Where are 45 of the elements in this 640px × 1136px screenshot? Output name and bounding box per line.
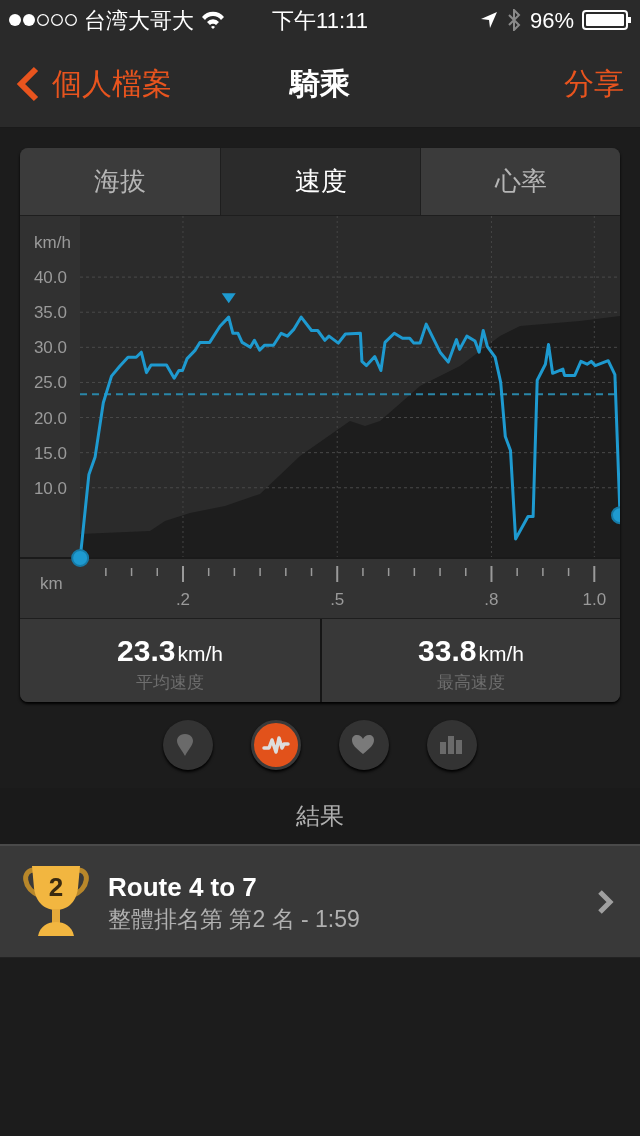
ranking-text: 整體排名第 第2 名 - 1:59 (108, 904, 361, 934)
view-toggle-button[interactable] (251, 720, 301, 770)
x-tick-label: .8 (484, 590, 499, 609)
trophy-badge: 2 (20, 863, 92, 940)
y-tick-label: 35.0 (33, 303, 67, 323)
stat-unit: km/h (478, 641, 524, 667)
screen-title: 騎乘 (290, 66, 350, 102)
chevron-icon (596, 888, 614, 915)
y-tick-label: 15.0 (33, 443, 67, 463)
bluetooth-icon (505, 9, 522, 31)
y-tick-label: 20.0 (33, 408, 67, 428)
x-tick-label: .5 (330, 590, 345, 609)
result-row[interactable]: 2 Route 4 to 7 整體排名第 第2 名 - 1:59 (0, 844, 640, 958)
y-axis-unit: km/h (34, 233, 71, 252)
stat-value: 33.8 (418, 633, 477, 669)
view-toggle-button[interactable] (163, 720, 213, 770)
y-tick-label: 30.0 (33, 338, 67, 358)
stat-unit: km/h (177, 641, 223, 667)
view-toggle-button[interactable] (427, 720, 477, 770)
x-axis-unit: km (40, 574, 63, 593)
chart-tab[interactable]: 心率 (420, 148, 620, 216)
signal-icon (8, 12, 78, 28)
chart-tab[interactable]: 速度 (220, 148, 420, 216)
back-chevron-icon (16, 65, 40, 102)
wifi-icon (200, 9, 226, 31)
location-arrow-icon (479, 11, 498, 29)
y-tick-label: 40.0 (33, 268, 67, 288)
section-header: 結果 (296, 801, 344, 831)
endpoint-marker[interactable] (71, 549, 90, 567)
chart-tab[interactable]: 海拔 (20, 148, 220, 216)
view-toggle-button[interactable] (339, 720, 389, 770)
share-button[interactable]: 分享 (564, 61, 624, 106)
battery-icon (582, 10, 632, 30)
battery-percent: 96% (529, 6, 574, 35)
endpoint-marker[interactable] (611, 506, 620, 525)
x-tick-label: 1.0 (582, 590, 607, 609)
y-tick-label: 25.0 (33, 373, 67, 393)
max-marker-icon (221, 293, 236, 304)
back-button[interactable]: 個人檔案 (0, 61, 214, 106)
stat-value: 23.3 (117, 633, 176, 669)
y-tick-label: 10.0 (33, 478, 67, 498)
x-tick-label: .2 (175, 590, 191, 609)
clock-time: 下午11:11 (272, 6, 368, 35)
carrier-name: 台湾大哥大 (84, 6, 194, 35)
route-name: Route 4 to 7 (108, 870, 258, 904)
